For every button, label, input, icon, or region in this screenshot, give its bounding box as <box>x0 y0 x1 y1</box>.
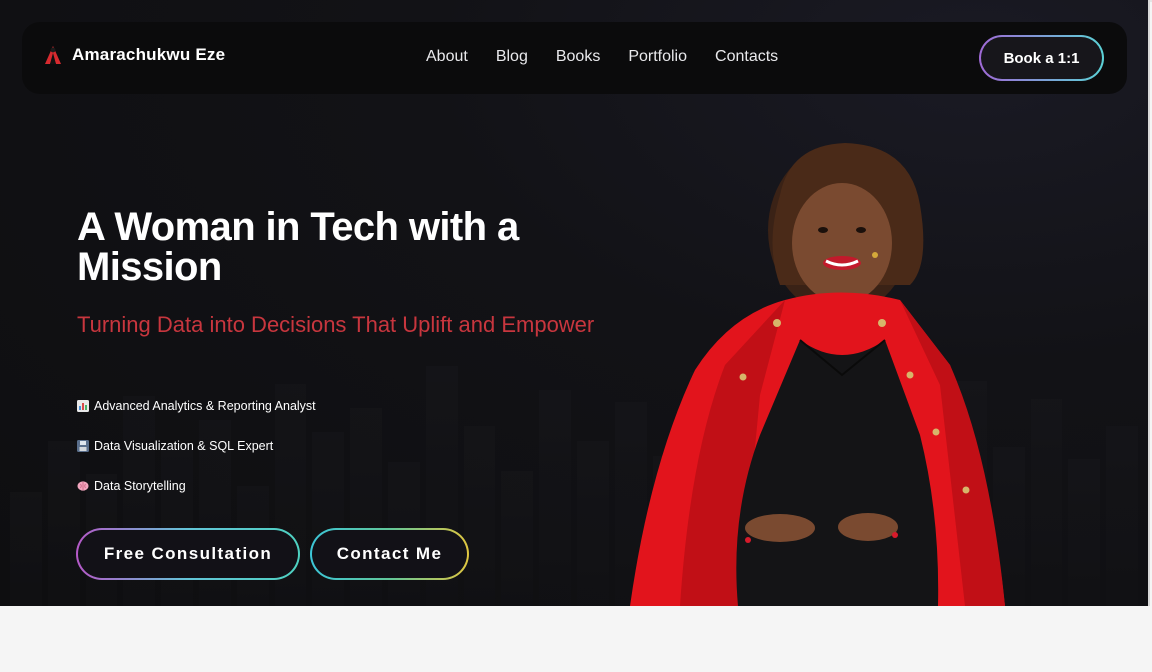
hero-title: A Woman in Tech with a Mission <box>77 205 519 289</box>
navbar: Amarachukwu Eze About Blog Books Portfol… <box>22 22 1127 94</box>
nav-link-about[interactable]: About <box>426 48 468 66</box>
nav-link-books[interactable]: Books <box>556 48 600 66</box>
feature-item: Data Storytelling <box>77 479 186 493</box>
portrait-photo <box>630 143 1005 606</box>
hero-section: Amarachukwu Eze About Blog Books Portfol… <box>0 0 1150 606</box>
figure-logo-icon <box>45 46 61 64</box>
nav-link-contacts[interactable]: Contacts <box>715 48 778 66</box>
brand[interactable]: Amarachukwu Eze <box>44 45 225 65</box>
feature-text: Data Storytelling <box>94 479 186 493</box>
feature-item: Advanced Analytics & Reporting Analyst <box>77 399 316 413</box>
free-consultation-button[interactable]: Free Consultation <box>76 528 300 580</box>
feature-text: Data Visualization & SQL Expert <box>94 439 274 453</box>
brain-icon <box>77 480 89 492</box>
bar-chart-icon <box>77 400 89 412</box>
free-consultation-label: Free Consultation <box>78 530 298 578</box>
hero-subtitle: Turning Data into Decisions That Uplift … <box>77 312 595 337</box>
feature-item: Data Visualization & SQL Expert <box>77 439 273 453</box>
contact-me-label: Contact Me <box>312 530 467 578</box>
floppy-disk-icon <box>77 440 89 452</box>
book-session-button[interactable]: Book a 1:1 <box>979 35 1104 81</box>
nav-link-portfolio[interactable]: Portfolio <box>628 48 687 66</box>
contact-me-button[interactable]: Contact Me <box>310 528 469 580</box>
nav-links: About Blog Books Portfolio Contacts <box>426 48 778 66</box>
feature-text: Advanced Analytics & Reporting Analyst <box>94 399 316 413</box>
book-session-label: Book a 1:1 <box>981 37 1102 79</box>
nav-link-blog[interactable]: Blog <box>496 48 528 66</box>
brand-name: Amarachukwu Eze <box>72 45 226 64</box>
